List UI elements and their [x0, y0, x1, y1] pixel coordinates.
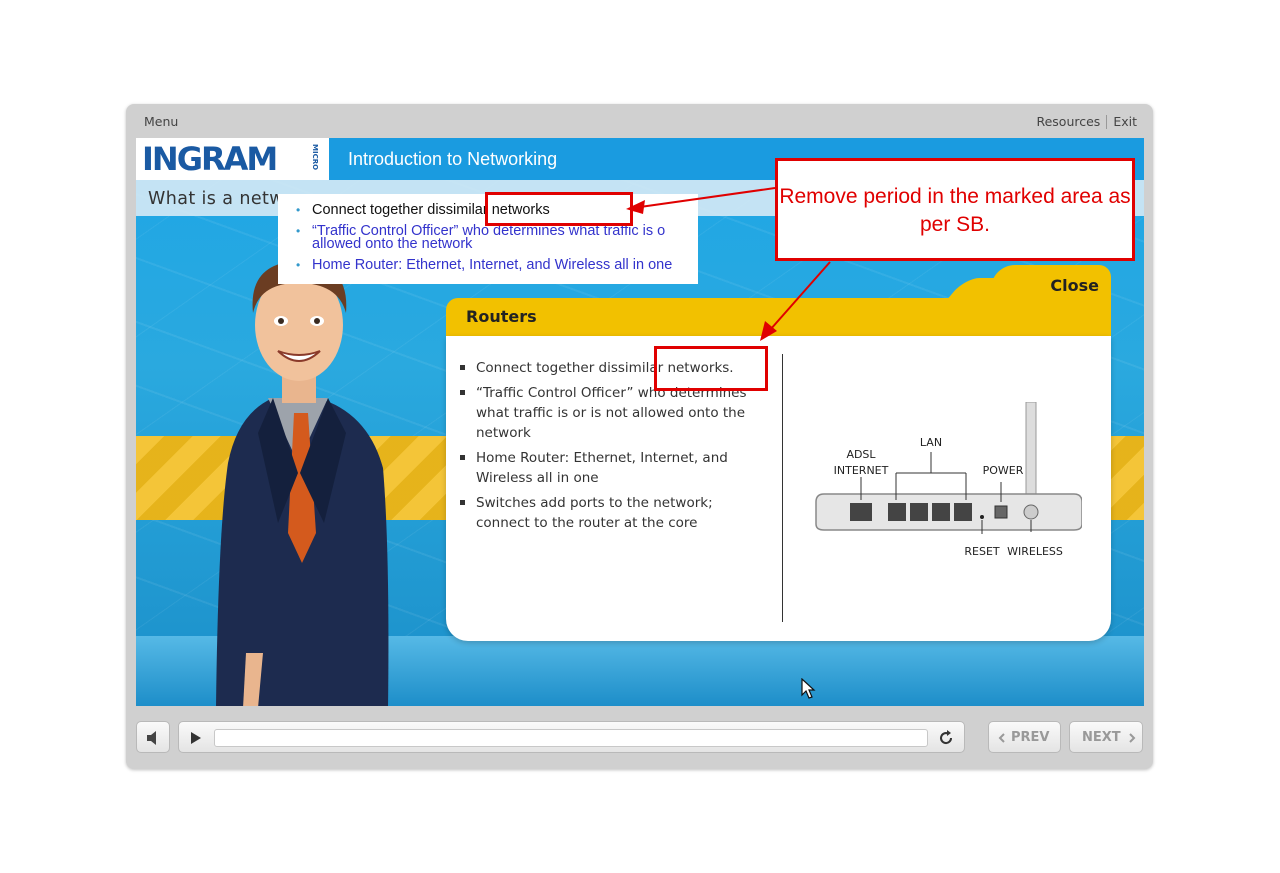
- logo-micro: MICRO: [311, 144, 319, 171]
- lan-label: LAN: [920, 436, 942, 449]
- menu-link[interactable]: Menu: [144, 114, 178, 129]
- storyboard-highlight-box: [485, 192, 633, 226]
- prev-label: PREV: [1011, 730, 1050, 745]
- playback-bar: [178, 721, 965, 753]
- ingram-logo: INGRAM MICRO: [136, 138, 329, 180]
- power-label: POWER: [983, 464, 1024, 477]
- logo-wordmark: INGRAM: [142, 140, 278, 178]
- top-right-links: Resources Exit: [1036, 114, 1137, 129]
- link-separator: [1106, 114, 1108, 129]
- adsl-label: ADSL: [846, 448, 876, 461]
- chevron-right-icon: [1129, 733, 1136, 743]
- popup-header: Routers: [446, 298, 1111, 336]
- exit-link[interactable]: Exit: [1113, 114, 1137, 129]
- reset-label: RESET: [964, 545, 1000, 558]
- progress-track[interactable]: [214, 729, 928, 747]
- next-button[interactable]: NEXT: [1069, 721, 1143, 753]
- next-label: NEXT: [1082, 730, 1121, 745]
- close-button[interactable]: Close: [1050, 276, 1099, 295]
- resources-link[interactable]: Resources: [1036, 114, 1100, 129]
- list-item-continuation: allowed onto the network: [312, 236, 473, 252]
- course-title: Introduction to Networking: [348, 149, 558, 169]
- list-item: Home Router: Ethernet, Internet, and Wir…: [296, 257, 698, 274]
- mouse-cursor-icon: [801, 678, 816, 699]
- speaker-icon: [147, 731, 156, 745]
- slide-highlight-box: [654, 346, 768, 391]
- internet-label: INTERNET: [834, 464, 889, 477]
- list-item: Switches add ports to the network; conne…: [460, 493, 750, 533]
- list-item: “Traffic Control Officer” who determines…: [460, 383, 750, 443]
- chevron-left-icon: [998, 733, 1005, 743]
- popup-body: Connect together dissimilar networks. “T…: [446, 336, 1111, 641]
- list-item: Home Router: Ethernet, Internet, and Wir…: [460, 448, 750, 488]
- router-diagram: LAN ADSL INTERNET POWER RESET WIRELESS: [815, 402, 1082, 558]
- routers-popup: Close Routers Connect together dissimila…: [446, 265, 1111, 641]
- presenter-character: [216, 261, 389, 706]
- player-controls: PREV NEXT: [136, 721, 1144, 755]
- wireless-label: WIRELESS: [1007, 545, 1063, 558]
- popup-divider: [782, 354, 783, 622]
- replay-icon[interactable]: [936, 728, 956, 748]
- popup-title: Routers: [466, 307, 537, 326]
- volume-button[interactable]: [136, 721, 170, 753]
- prev-button[interactable]: PREV: [988, 721, 1061, 753]
- annotation-text: Remove period in the marked area as per …: [779, 185, 1131, 236]
- slide-title: What is a netw: [148, 189, 285, 209]
- review-annotation: Remove period in the marked area as per …: [775, 158, 1135, 261]
- play-icon[interactable]: [187, 730, 203, 746]
